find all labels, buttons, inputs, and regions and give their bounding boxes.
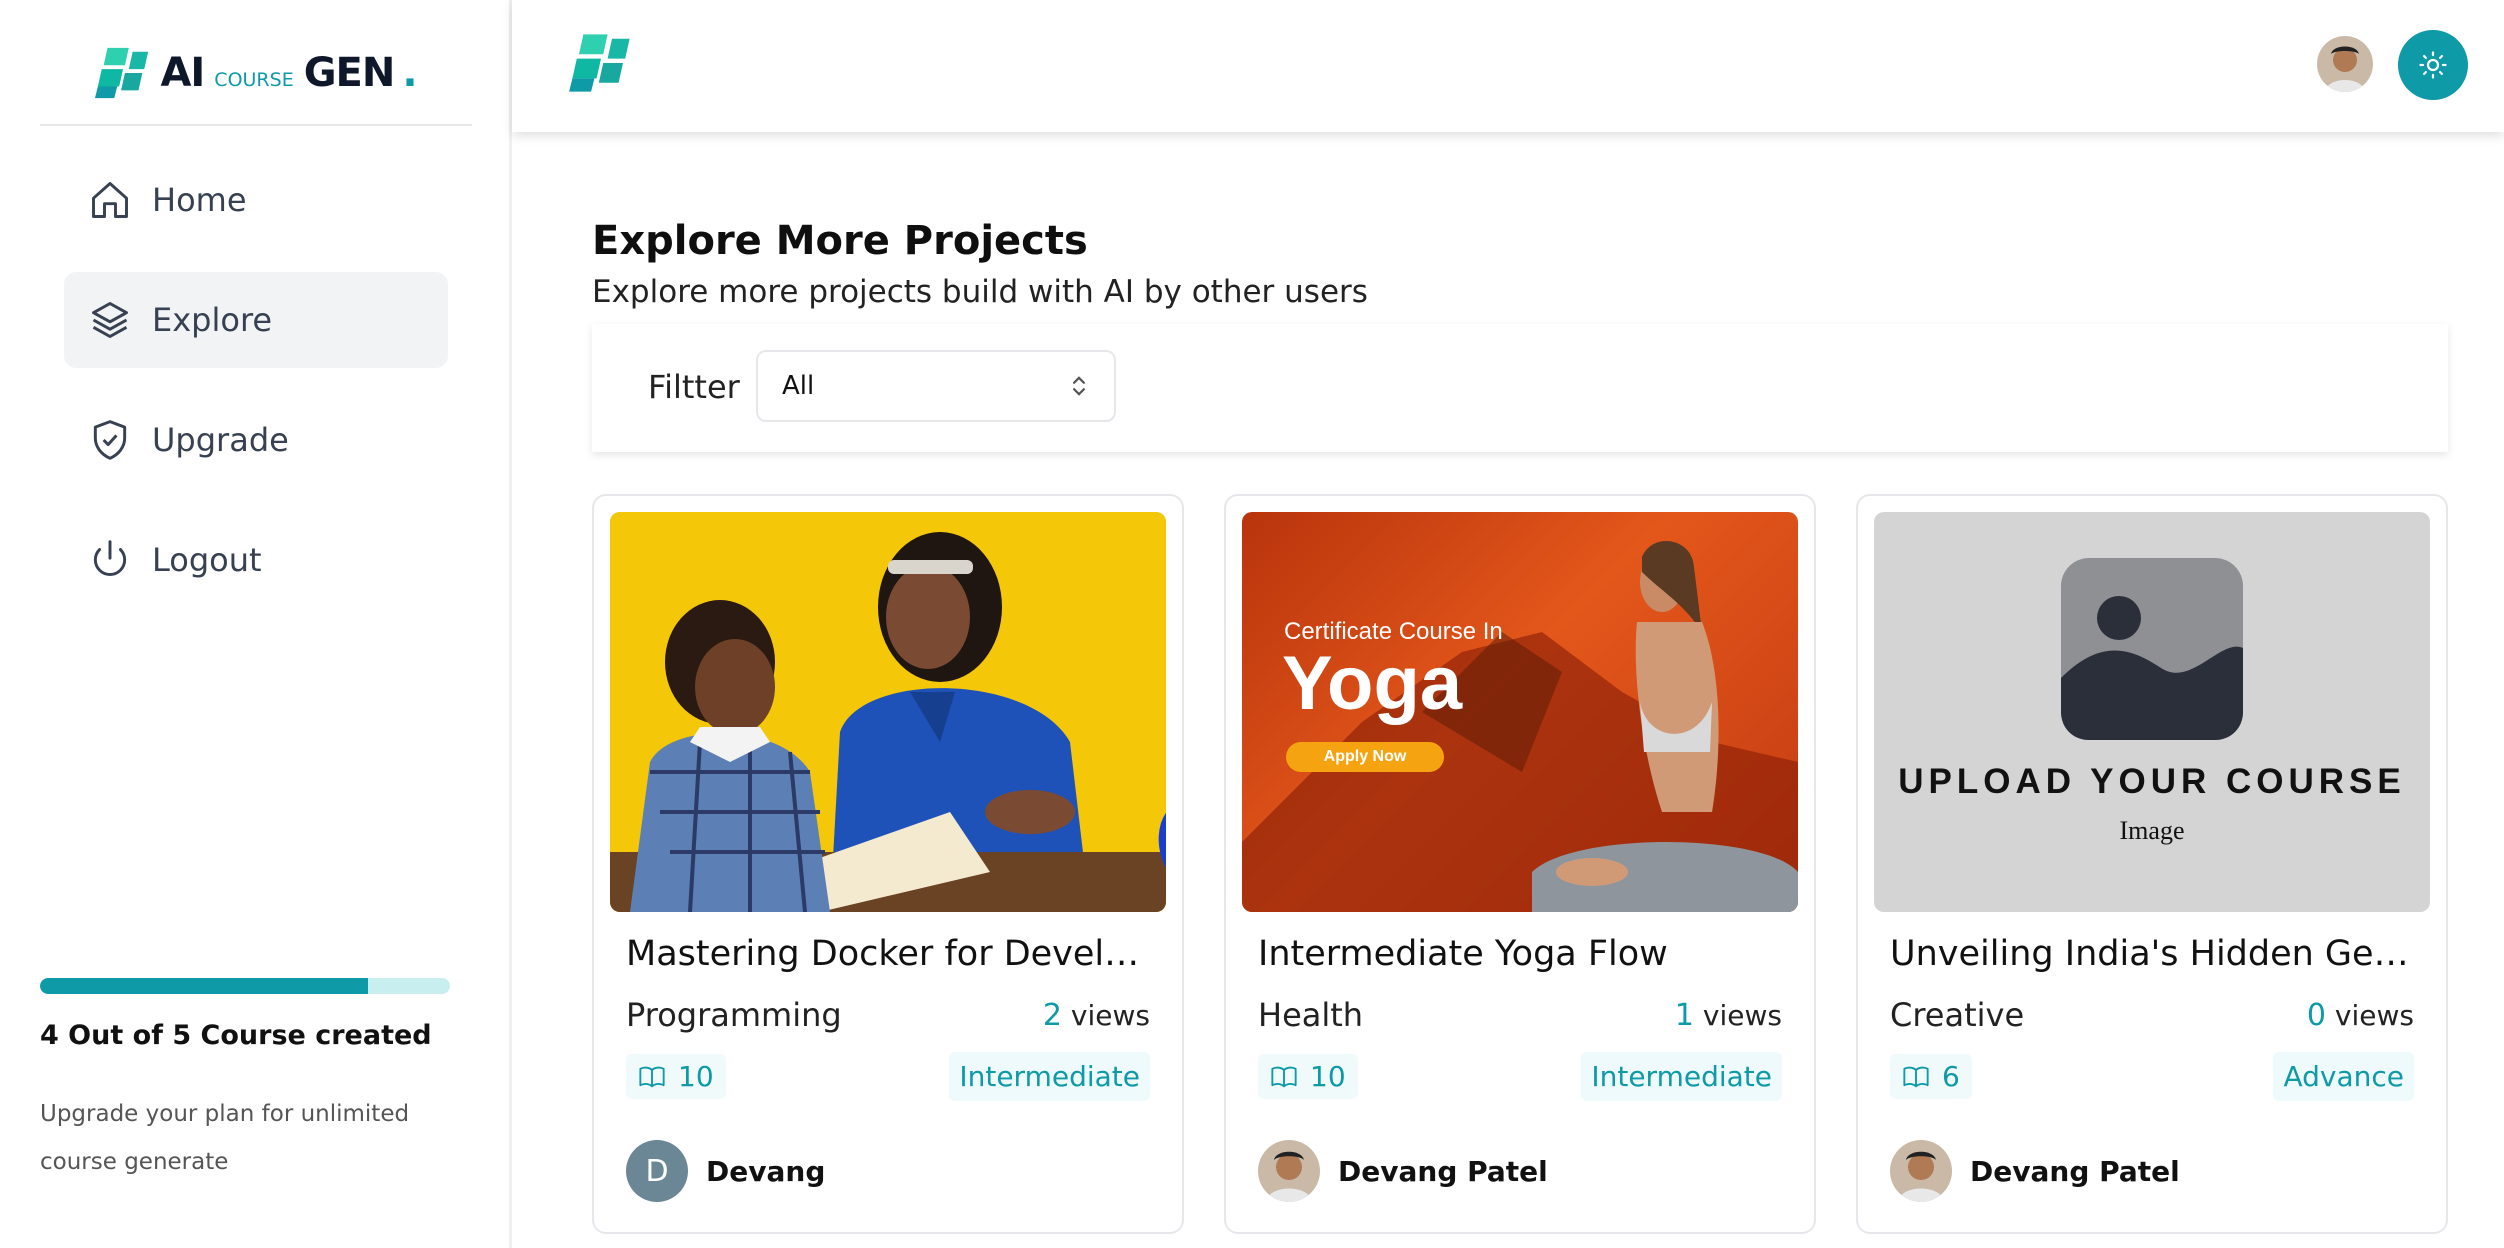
sidebar-item-label: Explore [152, 301, 273, 339]
author-name: Devang [706, 1154, 826, 1188]
sidebar-item-label: Upgrade [152, 421, 289, 459]
home-icon [92, 182, 128, 218]
card-category: Health [1258, 996, 1364, 1034]
card-title[interactable]: Unveiling India's Hidden Gems:... [1890, 934, 2410, 974]
book-open-icon [1903, 1066, 1929, 1087]
placeholder-subtitle: Image [2119, 816, 2185, 845]
card-views: 0 views [2307, 998, 2414, 1033]
views-count: 1 [1674, 997, 1695, 1033]
logo-mark-icon [95, 47, 149, 99]
course-photo [610, 512, 1166, 912]
sidebar-item-label: Home [152, 181, 247, 219]
banner-big-text: Yoga [1282, 641, 1463, 726]
top-bar [512, 0, 2504, 132]
views-label: views [1070, 998, 1150, 1032]
banner-apply-button: Apply Now [1286, 742, 1444, 772]
theme-toggle-button[interactable] [2398, 30, 2468, 100]
usage-description: Upgrade your plan for unlimited course g… [40, 1101, 410, 1175]
card-title[interactable]: Mastering Docker for Develop... [626, 934, 1146, 974]
author-name: Devang Patel [1338, 1154, 1548, 1188]
sun-icon [2419, 51, 2447, 79]
course-banner-image: UPLOAD YOUR COURSE Image [1874, 512, 2430, 912]
chapters-badge: 10 [626, 1054, 726, 1099]
usage-progress-fill [40, 978, 368, 994]
power-icon [93, 540, 127, 576]
views-count: 0 [2306, 997, 2327, 1033]
usage-title: 4 Out of 5 Course created [40, 1020, 432, 1051]
page-subtitle: Explore more projects build with AI by o… [592, 274, 1368, 310]
chevron-up-down-icon [1072, 376, 1086, 396]
card-author: Devang Patel [1258, 1140, 1548, 1202]
book-open-icon [1271, 1066, 1297, 1087]
author-name: Devang Patel [1970, 1154, 2180, 1188]
card-category: Creative [1890, 996, 2025, 1034]
filter-bar: Filtter All [592, 324, 2448, 452]
avatar-photo [2317, 36, 2373, 92]
logo-course-text: COURSE [214, 69, 294, 91]
project-cards: Mastering Docker for Develop... Programm… [592, 494, 2448, 1234]
sidebar: AI COURSE GEN . Home Explore Upgrade Log… [0, 0, 512, 1248]
usage-progress-bar [40, 978, 450, 994]
chapters-badge: 10 [1258, 1054, 1358, 1099]
views-count: 2 [1042, 997, 1063, 1033]
project-card[interactable]: UPLOAD YOUR COURSE Image Unveiling India… [1856, 494, 2448, 1234]
avatar-photo [1890, 1140, 1952, 1202]
card-views: 2 views [1043, 998, 1150, 1033]
chapters-badge: 6 [1890, 1054, 1972, 1099]
logo-mark-icon[interactable] [568, 30, 634, 96]
level-badge: Intermediate [1581, 1052, 1782, 1101]
sidebar-item-home[interactable]: Home [64, 152, 448, 248]
card-author: D Devang [626, 1140, 825, 1202]
filter-label: Filtter [648, 368, 740, 406]
avatar-photo [1258, 1140, 1320, 1202]
project-card[interactable]: Mastering Docker for Develop... Programm… [592, 494, 1184, 1234]
logo-gen-text: GEN [303, 50, 396, 96]
logo-dot: . [402, 50, 418, 96]
sidebar-item-logout[interactable]: Logout [64, 512, 448, 608]
page-title: Explore More Projects [592, 218, 1088, 264]
sidebar-item-label: Logout [152, 541, 262, 579]
filter-select[interactable]: All [756, 350, 1116, 422]
views-label: views [1702, 998, 1782, 1032]
sidebar-item-upgrade[interactable]: Upgrade [64, 392, 448, 488]
author-avatar [1258, 1140, 1320, 1202]
user-avatar[interactable] [2317, 36, 2373, 92]
sidebar-item-explore[interactable]: Explore [64, 272, 448, 368]
placeholder-title: UPLOAD YOUR COURSE [1898, 762, 2406, 801]
brand-logo[interactable]: AI COURSE GEN . [40, 22, 472, 126]
layers-icon [92, 302, 128, 338]
card-views: 1 views [1675, 998, 1782, 1033]
book-open-icon [639, 1066, 665, 1087]
card-category: Programming [626, 996, 842, 1034]
sidebar-nav: Home Explore Upgrade Logout [64, 152, 448, 632]
course-banner-image: Certificate Course In Yoga Apply Now [1242, 512, 1798, 912]
views-label: views [2334, 998, 2414, 1032]
level-badge: Advance [2273, 1052, 2414, 1101]
chapters-count: 10 [678, 1060, 714, 1093]
image-placeholder-icon [2061, 558, 2243, 740]
filter-value: All [782, 371, 815, 401]
author-avatar [1890, 1140, 1952, 1202]
shield-check-icon [93, 420, 127, 460]
card-author: Devang Patel [1890, 1140, 2180, 1202]
course-banner-image [610, 512, 1166, 912]
level-badge: Intermediate [949, 1052, 1150, 1101]
logo-ai-text: AI [160, 50, 205, 96]
chapters-count: 6 [1942, 1060, 1960, 1093]
chapters-count: 10 [1310, 1060, 1346, 1093]
card-title[interactable]: Intermediate Yoga Flow [1258, 934, 1778, 974]
author-avatar: D [626, 1140, 688, 1202]
project-card[interactable]: Certificate Course In Yoga Apply Now Int… [1224, 494, 1816, 1234]
